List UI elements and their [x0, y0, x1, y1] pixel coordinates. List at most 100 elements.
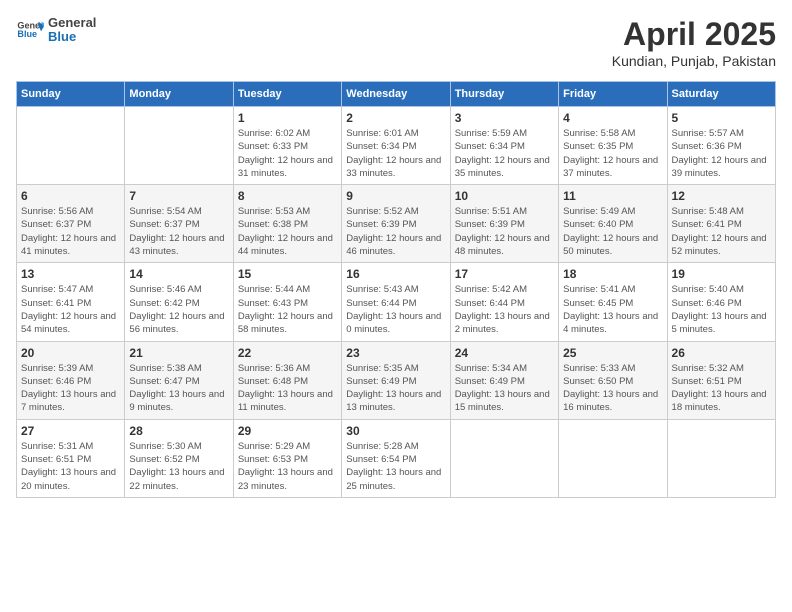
calendar-cell: 21 Sunrise: 5:38 AM Sunset: 6:47 PM Dayli… — [125, 341, 233, 419]
day-detail: Sunrise: 5:46 AM Sunset: 6:42 PM Dayligh… — [129, 283, 228, 336]
calendar-cell: 17 Sunrise: 5:42 AM Sunset: 6:44 PM Dayli… — [450, 263, 558, 341]
calendar-cell: 6 Sunrise: 5:56 AM Sunset: 6:37 PM Daylig… — [17, 185, 125, 263]
day-number: 11 — [563, 189, 662, 203]
day-number: 16 — [346, 267, 445, 281]
calendar-cell: 19Sunrise: 5:40 AM Sunset: 6:46 PM Dayli… — [667, 263, 775, 341]
day-number: 5 — [672, 111, 771, 125]
calendar-header-row: SundayMondayTuesdayWednesdayThursdayFrid… — [17, 82, 776, 107]
calendar-cell: 23Sunrise: 5:35 AM Sunset: 6:49 PM Dayli… — [342, 341, 450, 419]
day-detail: Sunrise: 5:42 AM Sunset: 6:44 PM Dayligh… — [455, 283, 554, 336]
day-detail: Sunrise: 5:39 AM Sunset: 6:46 PM Dayligh… — [21, 362, 120, 415]
weekday-header-monday: Monday — [125, 82, 233, 107]
calendar-week-row: 27Sunrise: 5:31 AM Sunset: 6:51 PM Dayli… — [17, 419, 776, 497]
day-number: 25 — [563, 346, 662, 360]
calendar-cell: 2 Sunrise: 6:01 AM Sunset: 6:34 PM Daylig… — [342, 107, 450, 185]
day-detail: Sunrise: 6:01 AM Sunset: 6:34 PM Dayligh… — [346, 127, 445, 180]
day-detail: Sunrise: 5:59 AM Sunset: 6:34 PM Dayligh… — [455, 127, 554, 180]
calendar-cell: 7 Sunrise: 5:54 AM Sunset: 6:37 PM Daylig… — [125, 185, 233, 263]
calendar-cell — [450, 419, 558, 497]
day-detail: Sunrise: 5:52 AM Sunset: 6:39 PM Dayligh… — [346, 205, 445, 258]
day-number: 9 — [346, 189, 445, 203]
calendar-week-row: 13 Sunrise: 5:47 AM Sunset: 6:41 PM Dayli… — [17, 263, 776, 341]
calendar-week-row: 20 Sunrise: 5:39 AM Sunset: 6:46 PM Dayli… — [17, 341, 776, 419]
calendar-table: SundayMondayTuesdayWednesdayThursdayFrid… — [16, 81, 776, 498]
calendar-cell: 26 Sunrise: 5:32 AM Sunset: 6:51 PM Dayli… — [667, 341, 775, 419]
calendar-cell: 30 Sunrise: 5:28 AM Sunset: 6:54 PM Dayli… — [342, 419, 450, 497]
day-detail: Sunrise: 5:41 AM Sunset: 6:45 PM Dayligh… — [563, 283, 662, 336]
day-detail: Sunrise: 5:53 AM Sunset: 6:38 PM Dayligh… — [238, 205, 337, 258]
day-number: 12 — [672, 189, 771, 203]
calendar-cell: 3 Sunrise: 5:59 AM Sunset: 6:34 PM Daylig… — [450, 107, 558, 185]
day-detail: Sunrise: 5:56 AM Sunset: 6:37 PM Dayligh… — [21, 205, 120, 258]
calendar-cell: 25 Sunrise: 5:33 AM Sunset: 6:50 PM Dayli… — [559, 341, 667, 419]
calendar-cell: 20 Sunrise: 5:39 AM Sunset: 6:46 PM Dayli… — [17, 341, 125, 419]
day-number: 22 — [238, 346, 337, 360]
day-detail: Sunrise: 5:33 AM Sunset: 6:50 PM Dayligh… — [563, 362, 662, 415]
calendar-cell — [17, 107, 125, 185]
day-detail: Sunrise: 5:32 AM Sunset: 6:51 PM Dayligh… — [672, 362, 771, 415]
logo-general-text: General — [48, 16, 96, 30]
day-number: 3 — [455, 111, 554, 125]
day-number: 21 — [129, 346, 228, 360]
day-number: 18 — [563, 267, 662, 281]
day-number: 8 — [238, 189, 337, 203]
svg-text:Blue: Blue — [17, 29, 37, 39]
calendar-cell: 15 Sunrise: 5:44 AM Sunset: 6:43 PM Dayli… — [233, 263, 341, 341]
day-number: 6 — [21, 189, 120, 203]
calendar-cell — [559, 419, 667, 497]
day-detail: Sunrise: 5:54 AM Sunset: 6:37 PM Dayligh… — [129, 205, 228, 258]
day-number: 23 — [346, 346, 445, 360]
day-detail: Sunrise: 5:30 AM Sunset: 6:52 PM Dayligh… — [129, 440, 228, 493]
day-detail: Sunrise: 5:29 AM Sunset: 6:53 PM Dayligh… — [238, 440, 337, 493]
calendar-week-row: 6 Sunrise: 5:56 AM Sunset: 6:37 PM Daylig… — [17, 185, 776, 263]
day-number: 10 — [455, 189, 554, 203]
day-detail: Sunrise: 5:51 AM Sunset: 6:39 PM Dayligh… — [455, 205, 554, 258]
logo-blue-text: Blue — [48, 30, 96, 44]
day-number: 29 — [238, 424, 337, 438]
day-number: 13 — [21, 267, 120, 281]
day-detail: Sunrise: 5:36 AM Sunset: 6:48 PM Dayligh… — [238, 362, 337, 415]
logo: General Blue General Blue — [16, 16, 96, 45]
calendar-cell: 24Sunrise: 5:34 AM Sunset: 6:49 PM Dayli… — [450, 341, 558, 419]
day-detail: Sunrise: 5:43 AM Sunset: 6:44 PM Dayligh… — [346, 283, 445, 336]
day-number: 26 — [672, 346, 771, 360]
day-number: 30 — [346, 424, 445, 438]
calendar-cell: 29 Sunrise: 5:29 AM Sunset: 6:53 PM Dayli… — [233, 419, 341, 497]
calendar-cell: 22 Sunrise: 5:36 AM Sunset: 6:48 PM Dayli… — [233, 341, 341, 419]
logo-icon: General Blue — [16, 16, 44, 44]
calendar-cell — [125, 107, 233, 185]
day-number: 7 — [129, 189, 228, 203]
day-number: 19 — [672, 267, 771, 281]
day-detail: Sunrise: 5:44 AM Sunset: 6:43 PM Dayligh… — [238, 283, 337, 336]
day-detail: Sunrise: 5:48 AM Sunset: 6:41 PM Dayligh… — [672, 205, 771, 258]
calendar-cell: 14Sunrise: 5:46 AM Sunset: 6:42 PM Dayli… — [125, 263, 233, 341]
day-detail: Sunrise: 5:58 AM Sunset: 6:35 PM Dayligh… — [563, 127, 662, 180]
calendar-cell: 10 Sunrise: 5:51 AM Sunset: 6:39 PM Dayli… — [450, 185, 558, 263]
calendar-cell: 5 Sunrise: 5:57 AM Sunset: 6:36 PM Daylig… — [667, 107, 775, 185]
day-number: 15 — [238, 267, 337, 281]
calendar-cell: 27Sunrise: 5:31 AM Sunset: 6:51 PM Dayli… — [17, 419, 125, 497]
calendar-week-row: 1Sunrise: 6:02 AM Sunset: 6:33 PM Daylig… — [17, 107, 776, 185]
calendar-cell: 1Sunrise: 6:02 AM Sunset: 6:33 PM Daylig… — [233, 107, 341, 185]
day-detail: Sunrise: 5:28 AM Sunset: 6:54 PM Dayligh… — [346, 440, 445, 493]
day-detail: Sunrise: 5:49 AM Sunset: 6:40 PM Dayligh… — [563, 205, 662, 258]
calendar-cell: 28Sunrise: 5:30 AM Sunset: 6:52 PM Dayli… — [125, 419, 233, 497]
calendar-cell — [667, 419, 775, 497]
title-area: April 2025 Kundian, Punjab, Pakistan — [612, 16, 776, 69]
day-number: 2 — [346, 111, 445, 125]
day-detail: Sunrise: 5:47 AM Sunset: 6:41 PM Dayligh… — [21, 283, 120, 336]
calendar-cell: 12 Sunrise: 5:48 AM Sunset: 6:41 PM Dayli… — [667, 185, 775, 263]
day-number: 20 — [21, 346, 120, 360]
calendar-title: April 2025 — [612, 16, 776, 53]
weekday-header-wednesday: Wednesday — [342, 82, 450, 107]
calendar-cell: 4 Sunrise: 5:58 AM Sunset: 6:35 PM Daylig… — [559, 107, 667, 185]
day-number: 27 — [21, 424, 120, 438]
day-detail: Sunrise: 5:38 AM Sunset: 6:47 PM Dayligh… — [129, 362, 228, 415]
weekday-header-tuesday: Tuesday — [233, 82, 341, 107]
calendar-cell: 13 Sunrise: 5:47 AM Sunset: 6:41 PM Dayli… — [17, 263, 125, 341]
day-detail: Sunrise: 5:34 AM Sunset: 6:49 PM Dayligh… — [455, 362, 554, 415]
day-number: 4 — [563, 111, 662, 125]
day-number: 17 — [455, 267, 554, 281]
weekday-header-friday: Friday — [559, 82, 667, 107]
day-detail: Sunrise: 5:57 AM Sunset: 6:36 PM Dayligh… — [672, 127, 771, 180]
